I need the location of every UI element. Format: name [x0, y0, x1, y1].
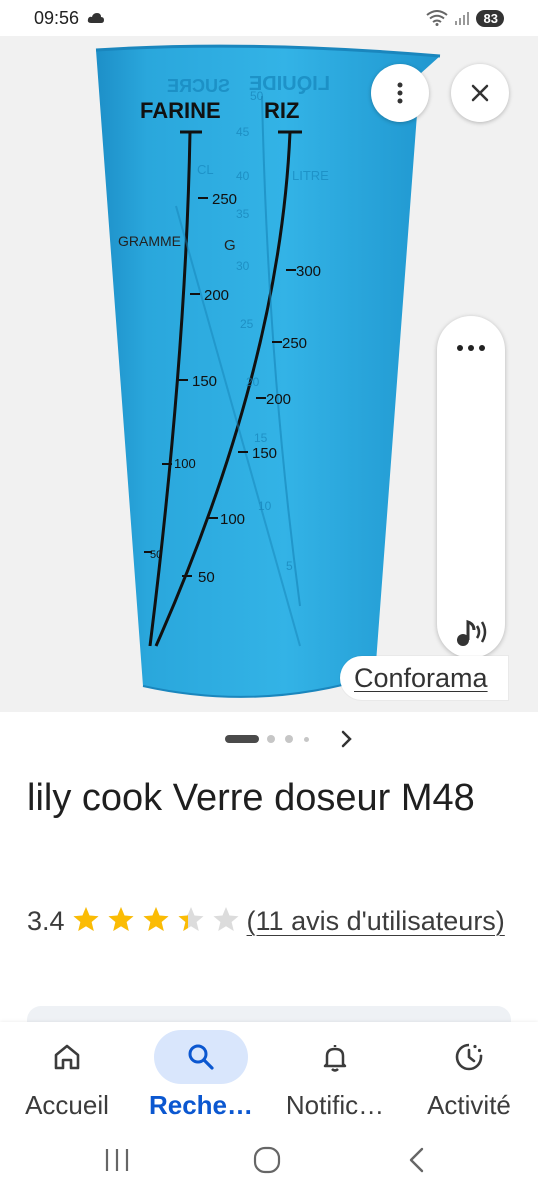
nav-item-activite[interactable]: Activité [402, 1022, 536, 1134]
label-cl: CL [197, 162, 214, 177]
svg-text:50: 50 [250, 89, 264, 103]
back-icon[interactable] [404, 1146, 430, 1174]
search-icon [188, 1044, 214, 1070]
svg-text:5: 5 [286, 559, 293, 573]
close-button[interactable] [451, 64, 509, 122]
star [178, 907, 204, 931]
svg-text:45: 45 [236, 125, 250, 139]
label-riz: RIZ [264, 98, 299, 123]
star [108, 907, 134, 931]
sound-icon[interactable] [454, 616, 490, 653]
recents-icon[interactable] [102, 1146, 132, 1174]
more-horiz-icon[interactable] [437, 340, 505, 352]
svg-text:50: 50 [150, 549, 162, 561]
svg-text:100: 100 [174, 456, 196, 471]
carousel-dot[interactable] [304, 737, 309, 742]
svg-text:20: 20 [246, 375, 260, 389]
svg-text:25: 25 [240, 317, 254, 331]
label-gramme: GRAMME [118, 233, 181, 249]
svg-text:35: 35 [236, 207, 250, 221]
more-options-button[interactable] [371, 64, 429, 122]
system-navigation [0, 1134, 538, 1200]
svg-text:250: 250 [282, 335, 307, 352]
svg-text:40: 40 [236, 169, 250, 183]
carousel-indicator [0, 724, 538, 754]
close-icon [471, 84, 489, 102]
home-icon [54, 1044, 80, 1070]
label-litre: LITRE [292, 168, 329, 183]
star [73, 907, 99, 931]
status-bar: 09:56 83 [0, 0, 538, 36]
bottom-navigation: Accueil Reche… Notific… Activité [0, 1022, 538, 1134]
wifi-icon [425, 10, 448, 26]
nav-item-notifications[interactable]: Notific… [268, 1022, 402, 1134]
label-sucre: SUCRE [167, 76, 230, 96]
star-rating-icon [73, 907, 239, 931]
carousel-dot-active[interactable] [225, 735, 259, 743]
activity-icon [455, 1043, 483, 1071]
nav-item-accueil[interactable]: Accueil [0, 1022, 134, 1134]
svg-text:300: 300 [296, 263, 321, 280]
label-farine: FARINE [140, 98, 221, 123]
reviews-link[interactable]: (11 avis d'utilisateurs) [247, 906, 505, 936]
side-panel[interactable] [437, 316, 505, 658]
carousel-dot[interactable] [267, 735, 275, 743]
nav-item-recherche[interactable]: Reche… [134, 1022, 268, 1134]
chevron-right-icon[interactable] [340, 729, 354, 749]
battery-badge: 83 [475, 9, 504, 27]
cloud-icon [87, 13, 105, 23]
home-button-icon[interactable] [252, 1146, 282, 1174]
product-title: lily cook Verre doseur M48 [27, 777, 475, 819]
nav-label: Activité [427, 1090, 511, 1120]
svg-text:200: 200 [204, 287, 229, 304]
svg-text:30: 30 [236, 259, 250, 273]
rating-value: 3.4 [27, 906, 65, 936]
nav-label: Accueil [25, 1090, 109, 1120]
label-g: G [224, 237, 236, 254]
product-image-area[interactable]: LIQUIDE SUCRE FARINE RIZ GRAMME G CL LIT… [0, 36, 538, 712]
more-vert-icon [397, 82, 403, 104]
star [213, 907, 239, 931]
svg-text:15: 15 [254, 431, 268, 445]
svg-text:10: 10 [258, 499, 272, 513]
bell-icon [323, 1045, 347, 1072]
star [143, 907, 169, 931]
svg-text:250: 250 [212, 191, 237, 208]
nav-label: Reche… [148, 1090, 254, 1120]
source-link[interactable]: Conforama [340, 656, 508, 700]
svg-text:150: 150 [252, 445, 277, 462]
nav-label: Notific… [285, 1090, 385, 1120]
signal-icon [454, 12, 469, 25]
svg-text:100: 100 [220, 511, 245, 528]
carousel-dot[interactable] [285, 735, 293, 743]
status-time: 09:56 [34, 7, 80, 28]
svg-text:200: 200 [266, 391, 291, 408]
svg-text:50: 50 [198, 569, 215, 586]
svg-text:150: 150 [192, 373, 217, 390]
rating-row: 3.4 (11 avis d'utilisateurs) [27, 896, 517, 946]
